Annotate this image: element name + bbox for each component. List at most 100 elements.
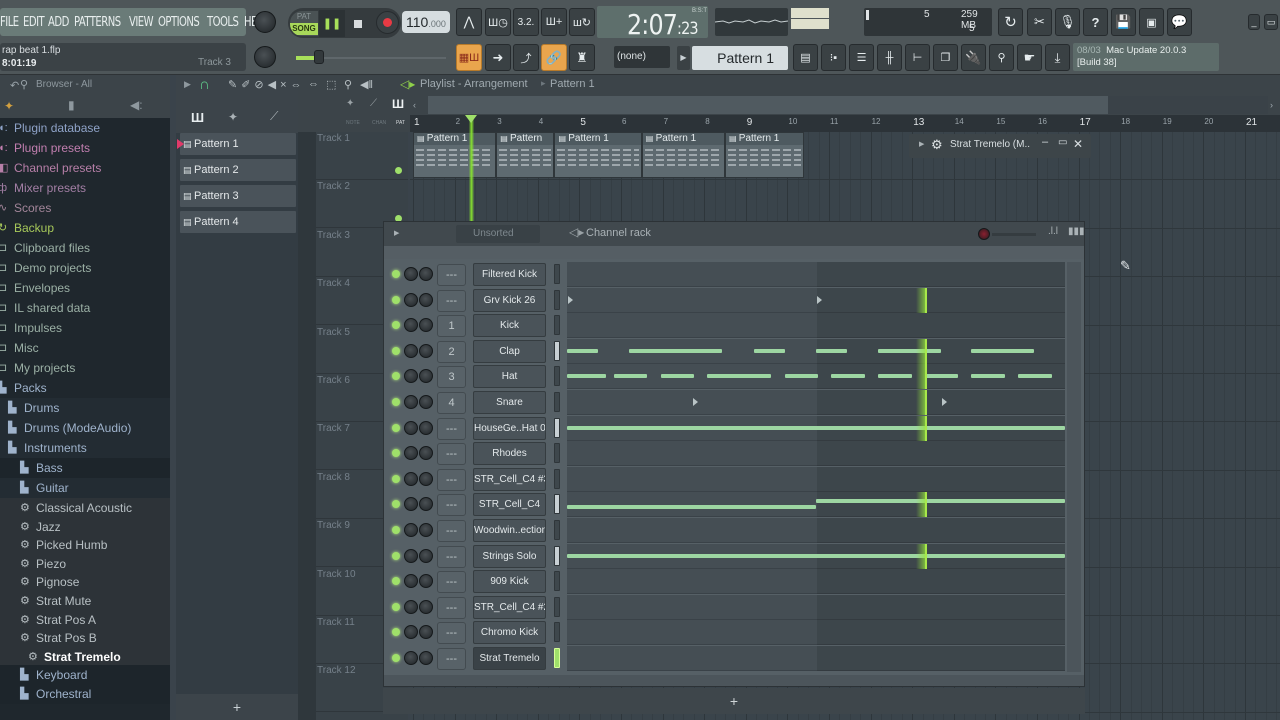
loop-record-button[interactable]: ш↻ <box>569 8 595 36</box>
channel-select-toggle[interactable] <box>554 289 560 310</box>
mixer-track-selector[interactable]: --- <box>437 545 466 568</box>
channel-row[interactable]: 4 Snare <box>384 390 1084 416</box>
channel-pan-knob[interactable] <box>419 523 433 537</box>
channel-mute-led[interactable] <box>392 551 400 560</box>
mixer-track-selector[interactable]: 4 <box>437 392 466 414</box>
pause-button[interactable]: ❚❚ <box>319 10 345 37</box>
master-slider-handle[interactable] <box>314 50 324 64</box>
note[interactable] <box>878 374 912 379</box>
channel-select-toggle[interactable] <box>554 392 560 412</box>
channel-row[interactable]: --- HouseGe..Hat 01 <box>384 415 1084 442</box>
picker-pattern[interactable]: ▤ Pattern 4 <box>180 211 296 233</box>
browser-item[interactable]: ▙ Bass <box>0 458 170 478</box>
snap-selector[interactable]: (none) <box>614 46 670 68</box>
channel-select-toggle[interactable] <box>554 520 560 540</box>
browser-item[interactable]: ◖: Plugin presets <box>0 138 170 158</box>
browser-item[interactable]: ▙ Instruments <box>0 438 170 458</box>
typing-keyboard-button[interactable]: ▦Ш <box>456 44 482 71</box>
channel-pan-knob[interactable] <box>419 395 433 409</box>
save-button[interactable]: 💾 <box>1111 8 1136 36</box>
channel-select-toggle[interactable] <box>554 264 560 284</box>
channel-lane[interactable] <box>567 390 1065 415</box>
menu-patterns[interactable]: PATTERNS <box>74 15 121 30</box>
channel-lane[interactable] <box>567 313 1065 339</box>
playlist-clip[interactable]: ▤ Pattern 1 <box>641 132 725 178</box>
browser-item[interactable]: ⚙ Strat Pos A <box>0 609 170 630</box>
channel-mute-led[interactable] <box>392 602 400 611</box>
channel-lane[interactable] <box>567 466 1065 492</box>
channel-name-button[interactable]: Strat Tremelo <box>473 647 546 670</box>
channel-pan-knob[interactable] <box>419 548 433 563</box>
zoom-tool-icon[interactable]: ⚲ <box>344 78 352 91</box>
note[interactable] <box>706 374 772 379</box>
playlist-tool-icons[interactable]: ✎✐⊘◀×⇔ <box>228 78 306 91</box>
countdown-button[interactable]: 3.2. <box>513 8 539 36</box>
channel-row[interactable]: --- STR_Cell_C4 <box>384 492 1084 518</box>
menu-tools[interactable]: TOOLS <box>207 15 239 30</box>
note[interactable] <box>567 553 1065 558</box>
channel-name-button[interactable]: Woodwin..ection <box>473 519 546 542</box>
playlist-button[interactable]: ▤ <box>793 44 818 71</box>
channel-pan-knob[interactable] <box>419 446 433 461</box>
step-edit-button[interactable]: Ш+ <box>541 8 567 36</box>
channel-row[interactable]: --- 909 Kick <box>384 569 1084 595</box>
channel-lane[interactable] <box>567 415 1065 441</box>
browser-item[interactable]: ⊐ Misc <box>0 338 170 358</box>
channel-pan-knob[interactable] <box>419 497 433 512</box>
plugin-window-titlebar[interactable]: ▶ ⚙ Strat Tremelo (M.. – ▭ ✕ <box>909 134 1091 158</box>
file-filter-icon[interactable]: ▮ <box>68 98 75 112</box>
channel-volume-knob[interactable] <box>404 599 418 614</box>
note[interactable] <box>567 348 598 353</box>
channel-lane[interactable] <box>567 338 1065 364</box>
download-button[interactable]: ⤓ <box>1045 44 1070 71</box>
back-icon[interactable]: ↶ <box>10 79 19 92</box>
channel-name-button[interactable]: Filtered Kick <box>473 263 546 286</box>
one-click-audio-button[interactable]: ☛ <box>1017 44 1042 71</box>
browser-item[interactable]: ▙ Packs <box>0 378 170 398</box>
playlist-menu-icon[interactable]: ▶ <box>184 79 191 90</box>
scroll-left-button[interactable]: ‹ <box>413 95 423 115</box>
add-channel-button[interactable]: + <box>383 688 1085 714</box>
channel-lane[interactable] <box>567 569 1065 595</box>
channel-name-button[interactable]: STR_Cell_C4 #3 <box>473 467 546 491</box>
channel-volume-knob[interactable] <box>404 318 418 333</box>
minimize-button[interactable]: _ <box>1248 14 1260 30</box>
audio-view-icon[interactable]: ✦ <box>228 110 238 124</box>
browser-item[interactable]: ⚙ Picked Humb <box>0 535 170 556</box>
mixer-track-selector[interactable]: 3 <box>437 366 466 389</box>
channel-name-button[interactable]: Rhodes <box>473 442 546 466</box>
swing-slider[interactable] <box>992 233 1036 236</box>
browser-item[interactable]: ф Mixer presets <box>0 178 170 198</box>
menu-edit[interactable]: EDIT <box>23 15 45 30</box>
browser-item[interactable]: ▙ Keyboard <box>0 665 170 686</box>
audio-clip-icon[interactable]: ✦ <box>346 98 354 109</box>
channel-row[interactable]: --- Filtered Kick <box>384 262 1084 288</box>
mixer-track-selector[interactable]: --- <box>437 264 466 286</box>
pat-view-label[interactable]: PAT <box>396 120 405 126</box>
browser-item[interactable]: ◖: Plugin database <box>0 118 170 138</box>
browser-item[interactable]: ↻ Backup <box>0 218 170 238</box>
step-ahead-button[interactable]: ➜ <box>485 44 511 71</box>
track-mute-led[interactable] <box>395 167 402 174</box>
pattern-view-icon[interactable]: Ш <box>191 110 204 125</box>
channel-select-toggle[interactable] <box>554 366 560 387</box>
channel-lane[interactable] <box>567 287 1065 313</box>
browser-item[interactable]: ⚙ Strat Mute <box>0 591 170 611</box>
channel-row[interactable]: 2 Clap <box>384 338 1084 365</box>
playlist-clip[interactable]: ▤ Pattern 1 <box>725 132 805 178</box>
channel-mute-led[interactable] <box>392 526 400 534</box>
channel-select-toggle[interactable] <box>554 417 560 438</box>
note[interactable] <box>816 348 847 353</box>
channel-name-button[interactable]: Snare <box>473 391 546 414</box>
add-pattern-button[interactable]: + <box>775 46 787 70</box>
news-hint-bar[interactable]: 08/03 Mac Update 20.0.3 [Build 38] <box>1073 43 1219 71</box>
plugin-button[interactable]: 🔌 <box>961 44 986 71</box>
channel-row[interactable]: --- Woodwin..ection <box>384 518 1084 544</box>
playlist-clip[interactable]: ▤ Pattern 1 <box>554 132 642 178</box>
master-pitch-knob[interactable] <box>254 46 276 68</box>
channel-pan-knob[interactable] <box>419 625 433 640</box>
menu-file[interactable]: FILE <box>0 15 19 30</box>
group-filter[interactable]: Unsorted <box>456 225 540 243</box>
channel-lane[interactable] <box>567 594 1065 620</box>
browser-item[interactable]: ⚙ Pignose <box>0 572 170 593</box>
